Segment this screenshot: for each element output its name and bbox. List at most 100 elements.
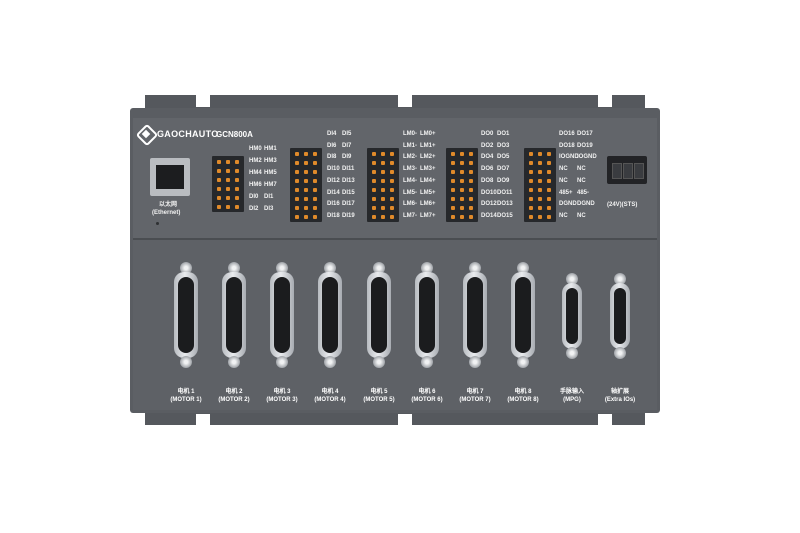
terminal-pin: [529, 188, 533, 192]
io-label: DO11: [497, 189, 513, 196]
terminal-pin: [304, 170, 308, 174]
terminal-pin: [547, 206, 551, 210]
terminal-pin: [313, 179, 317, 183]
terminal-pin: [469, 161, 473, 165]
terminal-pin: [390, 152, 394, 156]
io-label: LM3+: [420, 166, 436, 173]
io-label: IOGND: [577, 154, 597, 161]
io-label: LM4-: [403, 177, 417, 184]
terminal-block-misc[interactable]: [524, 148, 556, 222]
terminal-pin: [372, 215, 376, 219]
flange-slot: [398, 414, 412, 426]
terminal-pin: [538, 179, 542, 183]
terminal-pin: [390, 179, 394, 183]
terminal-pin: [235, 205, 239, 209]
power-pin: [634, 163, 644, 179]
terminal-pin: [538, 161, 542, 165]
terminal-block-lm[interactable]: [367, 148, 399, 222]
io-label: DO2: [481, 142, 494, 149]
terminal-pin: [313, 152, 317, 156]
io-label: DI12: [327, 177, 340, 184]
io-label: DI3: [264, 206, 274, 212]
terminal-block-di[interactable]: [290, 148, 322, 222]
db-connector-socket: [322, 277, 338, 353]
terminal-pin: [529, 152, 533, 156]
terminal-pin: [217, 160, 221, 164]
db-connector-socket: [467, 277, 483, 353]
terminal-pin: [460, 152, 464, 156]
io-label: NC: [559, 212, 568, 219]
db-connector-socket: [226, 277, 242, 353]
terminal-pin: [538, 215, 542, 219]
port-label-cn: 轴扩展: [610, 389, 629, 395]
terminal-pin: [460, 215, 464, 219]
db-connector-socket: [515, 277, 531, 353]
terminal-pin: [451, 206, 455, 210]
terminal-pin: [451, 152, 455, 156]
screw-icon: [421, 356, 433, 368]
terminal-pin: [313, 161, 317, 165]
io-label: HM5: [264, 170, 277, 176]
io-label: DI10: [327, 166, 340, 173]
terminal-pin: [381, 197, 385, 201]
screw-icon: [566, 347, 578, 359]
flange-slot: [196, 414, 210, 426]
terminal-pin: [295, 161, 299, 165]
db-connector-socket: [274, 277, 290, 353]
terminal-pin: [295, 152, 299, 156]
io-label: NC: [559, 177, 568, 184]
screw-icon: [180, 356, 192, 368]
terminal-pin: [529, 215, 533, 219]
terminal-pin: [390, 206, 394, 210]
io-label: DI18: [327, 212, 340, 219]
io-label: DO0: [481, 131, 494, 137]
reset-hole-icon: [156, 222, 159, 225]
terminal-block-hm[interactable]: [212, 156, 244, 212]
io-label: LM4+: [420, 177, 436, 184]
io-label: DGND: [577, 201, 595, 208]
terminal-pin: [304, 152, 308, 156]
power-pin: [612, 163, 622, 179]
io-label: LM2+: [420, 154, 436, 161]
terminal-pin: [451, 179, 455, 183]
io-label: HM7: [264, 182, 277, 188]
terminal-pin: [390, 161, 394, 165]
io-label: DO6: [481, 166, 494, 173]
terminal-pin: [460, 206, 464, 210]
io-label: DI13: [342, 177, 355, 184]
io-label: LM1+: [420, 142, 436, 149]
terminal-pin: [547, 179, 551, 183]
terminal-pin: [529, 197, 533, 201]
io-label: HM3: [264, 158, 277, 164]
terminal-pin: [226, 160, 230, 164]
terminal-pin: [469, 152, 473, 156]
io-label: DI0: [249, 194, 259, 200]
terminal-pin: [460, 179, 464, 183]
io-label: DO10: [481, 189, 497, 196]
terminal-pin: [217, 205, 221, 209]
terminal-pin: [547, 215, 551, 219]
terminal-pin: [235, 160, 239, 164]
terminal-block-do[interactable]: [446, 148, 478, 222]
screw-icon: [324, 356, 336, 368]
io-label: NC: [577, 177, 586, 184]
screw-icon: [614, 347, 626, 359]
terminal-pin: [547, 188, 551, 192]
power-pin: [623, 163, 633, 179]
terminal-pin: [381, 206, 385, 210]
io-label: LM2-: [403, 154, 417, 161]
terminal-pin: [547, 161, 551, 165]
terminal-pin: [304, 179, 308, 183]
terminal-pin: [381, 179, 385, 183]
terminal-pin: [381, 188, 385, 192]
terminal-pin: [469, 197, 473, 201]
terminal-pin: [235, 187, 239, 191]
terminal-pin: [372, 152, 376, 156]
io-label: LM1-: [403, 142, 417, 149]
terminal-pin: [313, 170, 317, 174]
db-connector-socket: [178, 277, 194, 353]
terminal-pin: [295, 170, 299, 174]
terminal-pin: [381, 161, 385, 165]
io-label: DO3: [497, 142, 510, 149]
terminal-pin: [529, 179, 533, 183]
